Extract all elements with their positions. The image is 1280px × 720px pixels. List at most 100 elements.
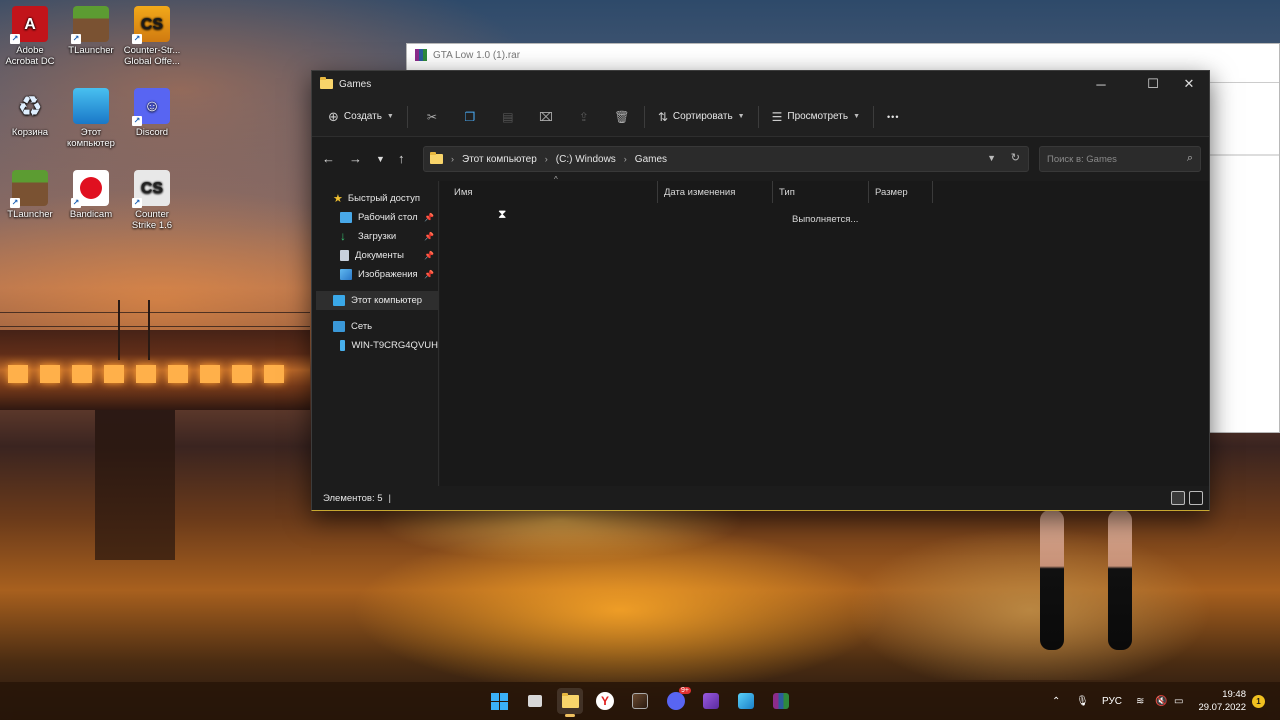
sidebar-item-network[interactable]: Сеть [312,317,438,336]
sidebar-item-label: Рабочий стол [358,212,418,223]
taskbar-winrar[interactable] [768,688,794,714]
recycle-bin-icon: ♻ [17,90,43,122]
desktop-icon-label: Global Offe... [124,56,180,67]
desktop-icon-bandicam[interactable]: ↗ Bandicam [59,170,123,220]
more-dots-icon: ••• [887,111,900,122]
taskbar-photos[interactable] [733,688,759,714]
taskbar-yandex-browser[interactable]: Y [592,688,618,714]
view-button[interactable]: ☰ Просмотреть ▼ [765,103,867,131]
sidebar-item-quick-access[interactable]: ★ Быстрый доступ [312,189,438,208]
explorer-titlebar[interactable]: Games ─ ☐ ✕ [312,71,1209,97]
new-button[interactable]: ⊕ Создать ▼ [321,103,401,131]
taskbar-game-app[interactable] [627,688,653,714]
wallpaper-wire [0,312,310,313]
rename-icon: ⌧ [538,109,553,124]
address-history-chevron-icon[interactable]: ▼ [987,153,996,163]
folder-icon [561,692,579,708]
sidebar-item-network-host[interactable]: WIN-T9CRG4QVUH [312,336,438,355]
search-icon: ⌕ [1186,152,1193,164]
sidebar-item-this-pc[interactable]: Этот компьютер [316,291,438,310]
more-options-button[interactable]: ••• [880,103,906,131]
monitor-icon [73,88,109,124]
up-arrow-icon[interactable]: ↑ [398,151,405,166]
wallpaper-window-light [8,365,28,383]
clock[interactable]: 19:48 29.07.2022 [1198,688,1246,714]
back-arrow-icon[interactable]: ← [322,151,335,166]
sidebar-item-desktop[interactable]: Рабочий стол 📌 [312,208,438,227]
taskbar-file-explorer[interactable] [557,688,583,717]
breadcrumb-games[interactable]: Games [635,154,667,165]
wallpaper-bridge-pillar [95,410,175,560]
paste-button[interactable]: ▤ [496,103,520,131]
winrar-icon [415,49,427,61]
file-explorer-window[interactable]: Games ─ ☐ ✕ ⊕ Создать ▼ ✂ ❐ ▤ ⌧ ⇪ 🗑 ⇅ Со… [311,70,1210,511]
wifi-icon[interactable]: ≋ [1136,682,1144,720]
rename-button[interactable]: ⌧ [534,103,558,131]
wallpaper-figure-leg [1040,510,1064,650]
recent-locations-chevron-icon[interactable]: ▼ [376,154,385,164]
sidebar-item-downloads[interactable]: ↓ Загрузки 📌 [312,227,438,246]
winrar-icon [773,693,789,709]
column-header-size[interactable]: Размер [869,181,933,203]
task-view-button[interactable] [522,688,548,714]
start-button[interactable] [486,688,512,714]
copy-button[interactable]: ❐ [458,103,482,131]
toolbar-divider [873,105,875,128]
sidebar-item-label: Загрузки [358,231,397,242]
taskbar-discord[interactable]: 9+ [663,687,691,714]
desktop-icon-cs16[interactable]: CS ↗ Counter Strike 1.6 [120,170,184,231]
taskbar-video-editor[interactable] [698,688,724,714]
file-list[interactable]: Имя ^ Дата изменения Тип Размер ⧗ Выполн… [440,175,1209,487]
maximize-button[interactable]: ☐ [1135,71,1171,97]
microphone-icon[interactable]: 🎙 [1076,682,1089,720]
wallpaper-window-light [40,365,60,383]
counter-strike-icon: CS ↗ [132,6,170,44]
desktop-icon-recycle-bin[interactable]: ♻ Корзина [0,88,62,138]
sort-button-label: Сортировать [672,111,733,122]
details-view-button[interactable] [1171,491,1185,505]
desktop-icon-tlauncher-2[interactable]: ↗ TLauncher [0,170,62,220]
divider [1207,154,1279,156]
battery-charging-icon[interactable]: ▭ [1174,682,1183,720]
desktop-icon-this-pc[interactable]: Этот компьютер [59,88,123,149]
share-button[interactable]: ⇪ [572,103,596,131]
desktop-icon-acrobat[interactable]: A ↗ Adobe Acrobat DC [0,6,62,67]
sidebar-item-documents[interactable]: Документы 📌 [312,246,438,265]
breadcrumb-this-pc[interactable]: Этот компьютер [462,154,537,165]
search-box[interactable]: Поиск в: Games ⌕ [1039,146,1201,172]
tiles-view-button[interactable] [1189,491,1203,505]
desktop-icon-tlauncher[interactable]: ↗ TLauncher [59,6,123,56]
forward-arrow-icon[interactable]: → [349,151,362,166]
sidebar-item-label: WIN-T9CRG4QVUH [351,340,438,351]
sort-button[interactable]: ⇅ Сортировать ▼ [651,103,752,131]
address-bar[interactable]: › Этот компьютер › (C:) Windows › Games … [423,146,1029,172]
show-hidden-icons-chevron-icon[interactable]: ⌃ [1052,682,1060,720]
breadcrumb-drive-c[interactable]: (C:) Windows [556,154,616,165]
desktop-icon-label: Counter-Str... [123,45,181,56]
speaker-muted-icon[interactable]: 🔇 [1155,682,1167,720]
toolbar-divider [406,105,408,128]
desktop-icon-csgo[interactable]: CS ↗ Counter-Str... Global Offe... [120,6,184,67]
sidebar-item-pictures[interactable]: Изображения 📌 [312,265,438,284]
refresh-icon[interactable]: ↻ [1011,151,1020,164]
close-button[interactable]: ✕ [1171,71,1207,97]
minimize-button[interactable]: ─ [1083,71,1119,97]
breadcrumb-separator-icon: › [451,154,454,164]
delete-button[interactable]: 🗑 [610,103,634,131]
column-header-date-modified[interactable]: Дата изменения [658,181,773,203]
task-view-icon [528,695,542,707]
shortcut-arrow-icon: ↗ [71,34,81,44]
language-indicator[interactable]: РУС [1102,682,1122,720]
plus-circle-icon: ⊕ [328,108,339,124]
cut-button[interactable]: ✂ [420,103,444,131]
desktop-icon-discord[interactable]: ☺ ↗ Discord [120,88,184,138]
column-header-name[interactable]: Имя ^ [448,175,658,203]
background-window-titlebar[interactable]: GTA Low 1.0 (1).rar [407,44,1279,66]
discord-icon [667,692,685,710]
toolbar-divider [643,105,645,128]
notification-badge[interactable]: 1 [1252,695,1265,708]
column-header-label: Размер [875,186,908,198]
desktop-icon [340,212,352,223]
column-header-type[interactable]: Тип [773,181,869,203]
wallpaper-wire [0,326,310,327]
